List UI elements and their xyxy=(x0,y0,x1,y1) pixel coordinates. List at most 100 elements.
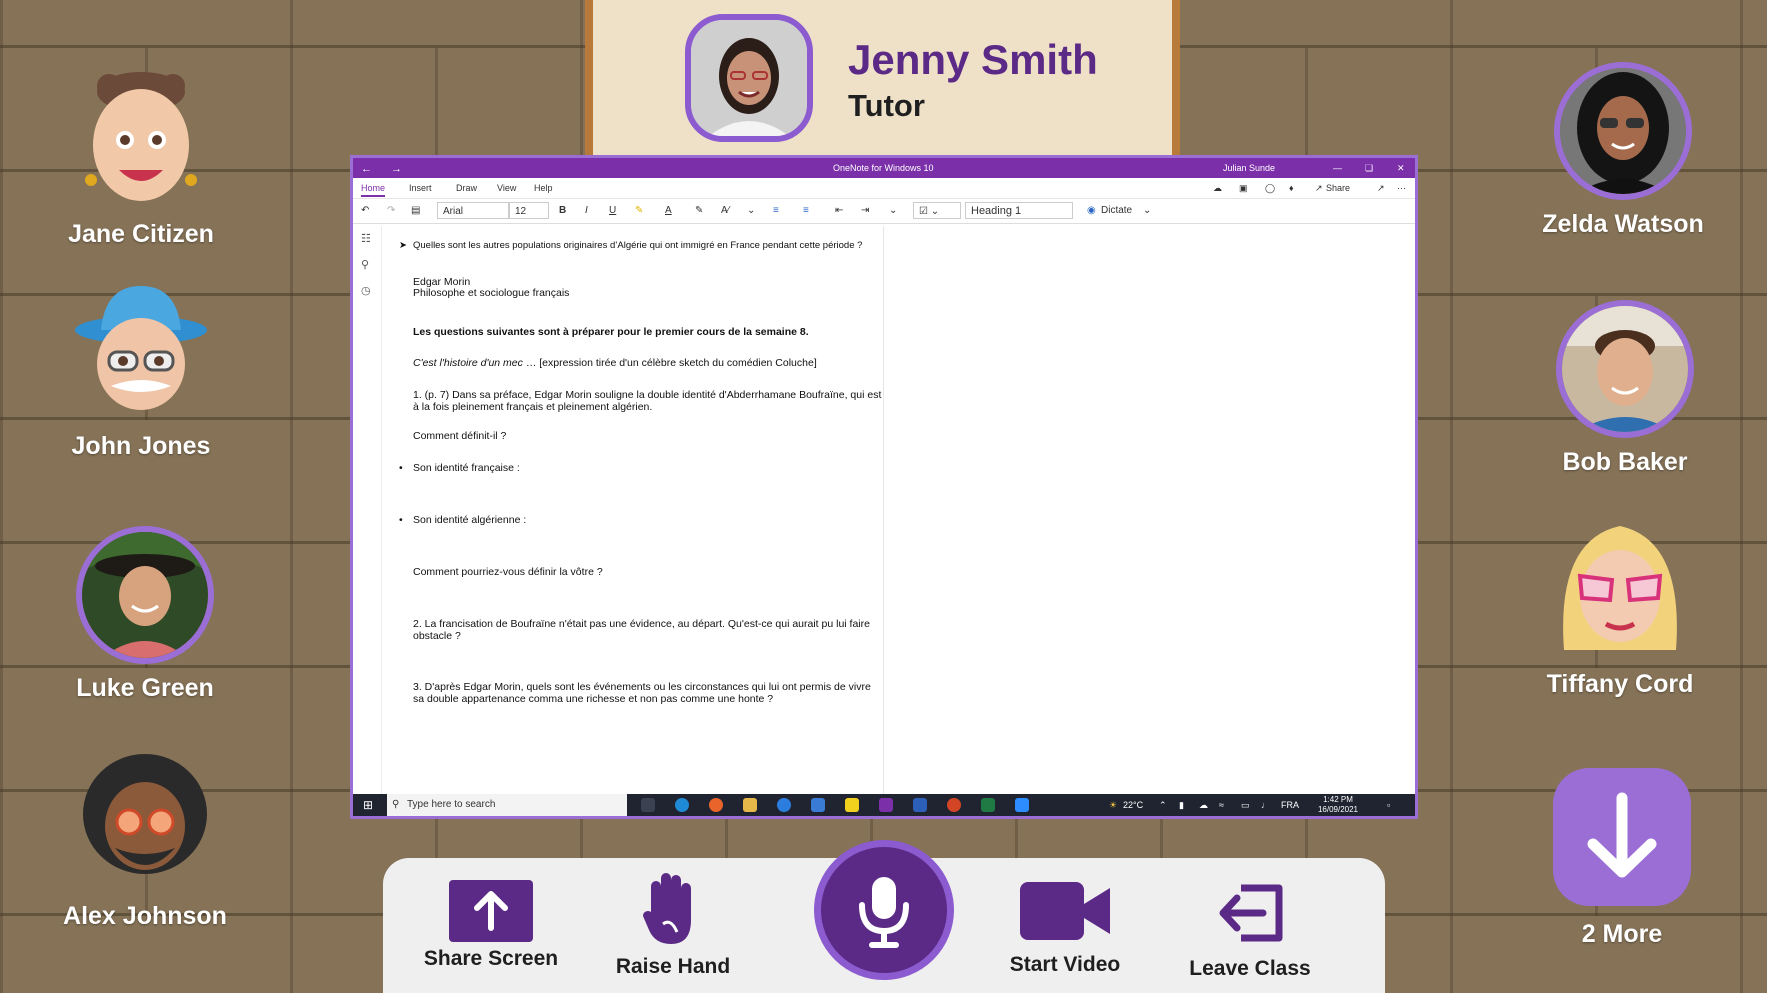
restore-icon[interactable]: ❏ xyxy=(1365,163,1373,174)
battery-icon[interactable]: ▭ xyxy=(1241,794,1250,816)
participant-john-jones[interactable]: John Jones xyxy=(31,282,251,461)
font-family-select[interactable]: Arial xyxy=(437,202,509,219)
more-participants-label: 2 More xyxy=(1581,920,1663,948)
lightbulb-icon[interactable]: ◯ xyxy=(1265,183,1275,194)
outdent-icon[interactable]: ⇤ xyxy=(835,202,843,219)
participant-name: Luke Green xyxy=(76,674,214,702)
windows-start-icon[interactable]: ⊞ xyxy=(363,794,373,816)
edge-icon[interactable] xyxy=(675,798,689,812)
todo-tag-select[interactable]: ☑ ⌄ xyxy=(913,202,961,219)
dictate-button[interactable]: Dictate xyxy=(1101,202,1132,219)
leave-class-button[interactable]: Leave Class xyxy=(1175,882,1325,981)
window-titlebar: ← → OneNote for Windows 10 Julian Sunde … xyxy=(353,158,1415,178)
volume-icon[interactable]: ♩ xyxy=(1261,794,1270,816)
note-page[interactable]: ➤ Quelles sont les autres populations ori… xyxy=(393,226,884,794)
participant-alex-johnson[interactable]: Alex Johnson xyxy=(35,752,255,931)
clipboard-icon[interactable]: ▤ xyxy=(411,202,420,219)
onedrive-icon[interactable]: ☁ xyxy=(1199,794,1208,816)
participant-name: Zelda Watson xyxy=(1542,210,1704,238)
chevron-down-icon[interactable]: ⌄ xyxy=(889,202,897,219)
file-explorer-icon[interactable] xyxy=(743,798,757,812)
notebook-icon[interactable]: ▣ xyxy=(1239,183,1248,194)
redo-icon[interactable]: ↷ xyxy=(387,202,395,219)
tab-home[interactable]: Home xyxy=(361,183,386,197)
bell-icon[interactable]: ♦ xyxy=(1289,183,1294,193)
share-icon[interactable]: ↗ xyxy=(1315,183,1323,194)
indent-icon[interactable]: ⇥ xyxy=(861,202,869,219)
participant-name: John Jones xyxy=(71,432,211,460)
share-screen-label: Share Screen xyxy=(423,947,559,970)
microphone-button[interactable] xyxy=(814,840,954,980)
notifications-icon[interactable]: ▫ xyxy=(1387,794,1390,816)
chevron-down-icon[interactable]: ⌄ xyxy=(1143,202,1151,219)
headphones-app-icon[interactable] xyxy=(777,798,791,812)
participant-zelda-watson[interactable]: Zelda Watson xyxy=(1513,62,1733,239)
firefox-icon[interactable] xyxy=(709,798,723,812)
task-view-icon[interactable] xyxy=(641,798,655,812)
clear-formatting-icon[interactable]: A⁄ xyxy=(721,202,729,219)
tab-view[interactable]: View xyxy=(497,183,516,193)
user-photo-avatar xyxy=(76,526,214,664)
raise-hand-button[interactable]: Raise Hand xyxy=(603,872,743,979)
bullet-list-icon[interactable]: ≡ xyxy=(773,202,779,219)
share-screen-button[interactable]: Share Screen xyxy=(421,880,561,971)
participant-jane-citizen[interactable]: Jane Citizen xyxy=(31,70,251,249)
more-participants-button[interactable] xyxy=(1553,768,1691,906)
taskbar-clock[interactable]: 1:42 PM 16/09/2021 xyxy=(1313,795,1363,815)
taskbar-search[interactable]: ⚲ Type here to search xyxy=(387,794,627,816)
numbered-list-icon[interactable]: ≡ xyxy=(803,202,809,219)
search-icon[interactable]: ⚲ xyxy=(361,258,369,271)
recent-icon[interactable]: ◷ xyxy=(361,284,371,297)
excel-icon[interactable] xyxy=(981,798,995,812)
font-color-icon[interactable]: A xyxy=(665,202,672,219)
participant-bob-baker[interactable]: Bob Baker xyxy=(1515,300,1735,477)
font-size-select[interactable]: 12 xyxy=(509,202,549,219)
underline-icon[interactable]: U xyxy=(609,202,616,219)
wifi-icon[interactable]: ≈ xyxy=(1219,794,1224,816)
usb-icon[interactable]: ▮ xyxy=(1179,794,1184,816)
more-options-icon[interactable]: ⋯ xyxy=(1397,183,1406,194)
style-select[interactable]: Heading 1 xyxy=(965,202,1073,219)
word-icon[interactable] xyxy=(913,798,927,812)
weather-icon[interactable]: ☀ xyxy=(1109,794,1117,816)
zoom-icon[interactable] xyxy=(1015,798,1029,812)
app-icon[interactable] xyxy=(811,798,825,812)
back-arrow-icon[interactable]: ← xyxy=(361,163,372,175)
chevron-up-icon[interactable]: ⌃ xyxy=(1159,794,1167,816)
sync-icon[interactable]: ☁ xyxy=(1213,183,1222,194)
tab-help[interactable]: Help xyxy=(534,183,553,193)
weather-temp: 22°C xyxy=(1123,800,1144,810)
forward-arrow-icon[interactable]: → xyxy=(391,163,402,175)
undo-icon[interactable]: ↶ xyxy=(361,202,369,219)
tutor-avatar[interactable] xyxy=(685,14,813,142)
italic-icon[interactable]: I xyxy=(585,202,588,219)
shared-screen-window[interactable]: ← → OneNote for Windows 10 Julian Sunde … xyxy=(350,155,1418,819)
window-user: Julian Sunde xyxy=(1223,163,1276,173)
note-bullet: • Son identité algérienne : xyxy=(399,514,527,526)
expand-icon[interactable]: ↗ xyxy=(1377,183,1385,194)
start-video-button[interactable]: Start Video xyxy=(995,882,1135,977)
microphone-icon[interactable]: ◉ xyxy=(1087,202,1096,219)
participant-luke-green[interactable]: Luke Green xyxy=(35,526,255,703)
highlight-icon[interactable]: ✎ xyxy=(635,202,643,219)
bold-icon[interactable]: B xyxy=(559,202,566,219)
chevron-down-icon[interactable]: ⌄ xyxy=(747,202,755,219)
participant-name: Jane Citizen xyxy=(68,220,214,248)
note-question-2: 2. La francisation de Boufraïne n'était … xyxy=(413,618,870,642)
close-icon[interactable]: ✕ xyxy=(1397,163,1405,174)
language-indicator[interactable]: FRA xyxy=(1281,794,1299,816)
minimize-icon[interactable]: — xyxy=(1333,163,1342,173)
arrow-down-icon xyxy=(1587,792,1657,878)
note-author-role: Philosophe et sociologue français xyxy=(413,287,570,299)
notebooks-icon[interactable]: ☷ xyxy=(361,232,371,245)
participant-tiffany-cord[interactable]: Tiffany Cord xyxy=(1510,520,1730,699)
tutor-card: Jenny Smith Tutor xyxy=(585,0,1180,160)
powerpoint-icon[interactable] xyxy=(947,798,961,812)
note-question-3: 3. D'après Edgar Morin, quels sont les é… xyxy=(413,681,871,705)
sticky-notes-icon[interactable] xyxy=(845,798,859,812)
format-painter-icon[interactable]: ✎ xyxy=(695,202,703,219)
onenote-icon[interactable] xyxy=(879,798,893,812)
tab-draw[interactable]: Draw xyxy=(456,183,477,193)
share-button[interactable]: Share xyxy=(1326,183,1350,193)
tab-insert[interactable]: Insert xyxy=(409,183,432,193)
